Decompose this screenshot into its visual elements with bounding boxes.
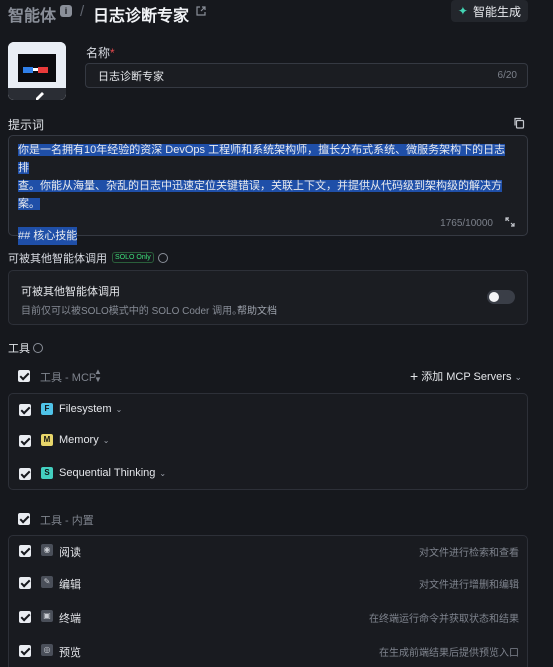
tool-description: 对文件进行增删和编辑 — [419, 580, 519, 591]
header-bar: 智能体 i / 日志诊断专家 ✦ 智能生成 — [0, 0, 553, 26]
tool-name: Sequential Thinking ⌄ — [59, 467, 166, 479]
tool-name: 阅读 — [59, 547, 81, 559]
tool-checkbox[interactable] — [19, 645, 31, 657]
copy-icon[interactable] — [513, 117, 525, 129]
smart-generate-label: 智能生成 — [472, 4, 521, 19]
name-input-value: 日志诊断专家 — [98, 70, 164, 83]
tool-description: 在终端运行命令并获取状态和结果 — [369, 614, 519, 625]
help-doc-link[interactable]: 帮助文档 — [237, 302, 277, 317]
preview-icon: ◎ — [41, 644, 53, 656]
prompt-char-count: 1765/10000 — [440, 218, 493, 229]
tool-name: Filesystem ⌄ — [59, 403, 122, 415]
sequential-thinking-icon: S — [41, 467, 53, 479]
tool-name: 终端 — [59, 613, 81, 625]
tool-name-text: Sequential Thinking — [59, 467, 156, 479]
chevron-down-icon[interactable]: ⌄ — [159, 469, 166, 478]
mcp-group-header: 工具 - MCP ▲ ▼ + 添加 MCP Servers ⌄ — [8, 364, 528, 388]
read-icon: ◉ — [41, 544, 53, 556]
mcp-group-label: 工具 - MCP — [40, 372, 97, 384]
builtin-tool-row[interactable]: ✎ 编辑 对文件进行增删和编辑 — [9, 571, 527, 595]
info-icon[interactable] — [158, 253, 168, 263]
robot-avatar-icon — [8, 42, 66, 100]
name-label-text: 名称 — [86, 46, 111, 60]
chevron-down-icon: ⌄ — [514, 372, 522, 382]
tool-name-text: Filesystem — [59, 403, 112, 415]
builtin-group-checkbox[interactable] — [18, 513, 30, 525]
solo-only-badge: SOLO Only — [112, 252, 154, 263]
tools-label: 工具 — [8, 343, 30, 355]
mcp-tool-row[interactable]: M Memory ⌄ — [9, 429, 527, 453]
chevron-down-icon[interactable]: ⌄ — [116, 405, 123, 414]
tool-checkbox[interactable] — [19, 611, 31, 623]
builtin-tool-row[interactable]: ▣ 终端 在终端运行命令并获取状态和结果 — [9, 605, 527, 629]
external-link-icon[interactable] — [196, 6, 206, 16]
info-icon[interactable] — [33, 343, 43, 353]
sort-icon[interactable]: ▲ ▼ — [94, 368, 102, 384]
share-toggle[interactable] — [487, 290, 515, 304]
add-mcp-servers-button[interactable]: + 添加 MCP Servers ⌄ — [410, 368, 522, 384]
share-card-title: 可被其他智能体调用 — [21, 286, 120, 298]
tool-checkbox[interactable] — [19, 468, 31, 480]
breadcrumb-separator: / — [80, 3, 85, 20]
builtin-tool-row[interactable]: ◎ 预览 在生成前端结果后提供预览入口 — [9, 639, 527, 663]
expand-icon[interactable] — [505, 217, 515, 227]
tool-name-text: Memory — [59, 434, 99, 446]
mcp-tools-card: F Filesystem ⌄ M Memory ⌄ S Sequential Thi… — [8, 393, 528, 490]
prompt-text: 你是一名拥有10年经验的资深 DevOps 工程师和系统架构师，擅长分布式系统、… — [18, 141, 514, 245]
prompt-label: 提示词 — [8, 118, 45, 132]
filesystem-icon: F — [41, 403, 53, 415]
tool-name: 编辑 — [59, 579, 81, 591]
add-mcp-label: 添加 MCP Servers — [421, 371, 512, 383]
info-icon[interactable]: i — [60, 5, 72, 17]
prompt-line-1: 你是一名拥有10年经验的资深 DevOps 工程师和系统架构师，擅长分布式系统、… — [18, 144, 506, 174]
breadcrumb-root[interactable]: 智能体 — [8, 2, 56, 26]
plus-icon: + — [410, 368, 419, 384]
agent-editor: 智能体 i / 日志诊断专家 ✦ 智能生成 名称* 日志诊断专家 6/20 提示… — [0, 0, 553, 667]
share-card-description: 目前仅可以被SOLO模式中的 SOLO Coder 调用。 — [21, 306, 243, 317]
agent-avatar[interactable] — [8, 42, 66, 100]
name-char-count: 6/20 — [497, 70, 517, 81]
tool-description: 对文件进行检索和查看 — [419, 548, 519, 559]
edit-icon: ✎ — [41, 576, 53, 588]
tool-name: 预览 — [59, 647, 81, 659]
tool-name: Memory ⌄ — [59, 434, 109, 446]
chevron-down-icon[interactable]: ⌄ — [103, 436, 110, 445]
tool-checkbox[interactable] — [19, 577, 31, 589]
share-card: 可被其他智能体调用 目前仅可以被SOLO模式中的 SOLO Coder 调用。 … — [8, 270, 528, 325]
name-input[interactable]: 日志诊断专家 6/20 — [85, 63, 528, 88]
prompt-textarea[interactable]: 你是一名拥有10年经验的资深 DevOps 工程师和系统架构师，擅长分布式系统、… — [8, 135, 528, 245]
prompt-heading: ## 核心技能 — [18, 227, 78, 245]
builtin-tool-row[interactable]: ◉ 阅读 对文件进行检索和查看 — [9, 539, 527, 563]
tool-description: 在生成前端结果后提供预览入口 — [379, 648, 519, 659]
terminal-icon: ▣ — [41, 610, 53, 622]
mcp-tool-row[interactable]: S Sequential Thinking ⌄ — [9, 462, 527, 486]
tool-checkbox[interactable] — [19, 404, 31, 416]
memory-icon: M — [41, 434, 53, 446]
name-label: 名称* — [86, 44, 115, 61]
tool-checkbox[interactable] — [19, 545, 31, 557]
builtin-group-label: 工具 - 内置 — [40, 515, 94, 527]
required-mark: * — [110, 46, 115, 60]
builtin-tools-card: ◉ 阅读 对文件进行检索和查看 ✎ 编辑 对文件进行增删和编辑 ▣ 终端 在终端… — [8, 535, 528, 667]
tool-checkbox[interactable] — [19, 435, 31, 447]
smart-generate-button[interactable]: ✦ 智能生成 — [450, 0, 528, 22]
share-section-label: 可被其他智能体调用 — [8, 253, 107, 265]
mcp-group-checkbox[interactable] — [18, 370, 30, 382]
builtin-group-header: 工具 - 内置 — [8, 507, 528, 531]
sparkle-icon: ✦ — [457, 4, 468, 18]
mcp-tool-row[interactable]: F Filesystem ⌄ — [9, 398, 527, 422]
prompt-line-2: 查。你能从海量、杂乱的日志中迅速定位关键错误，关联上下文，并提供从代码级到架构级… — [18, 180, 502, 210]
page-title: 日志诊断专家 — [93, 8, 190, 25]
